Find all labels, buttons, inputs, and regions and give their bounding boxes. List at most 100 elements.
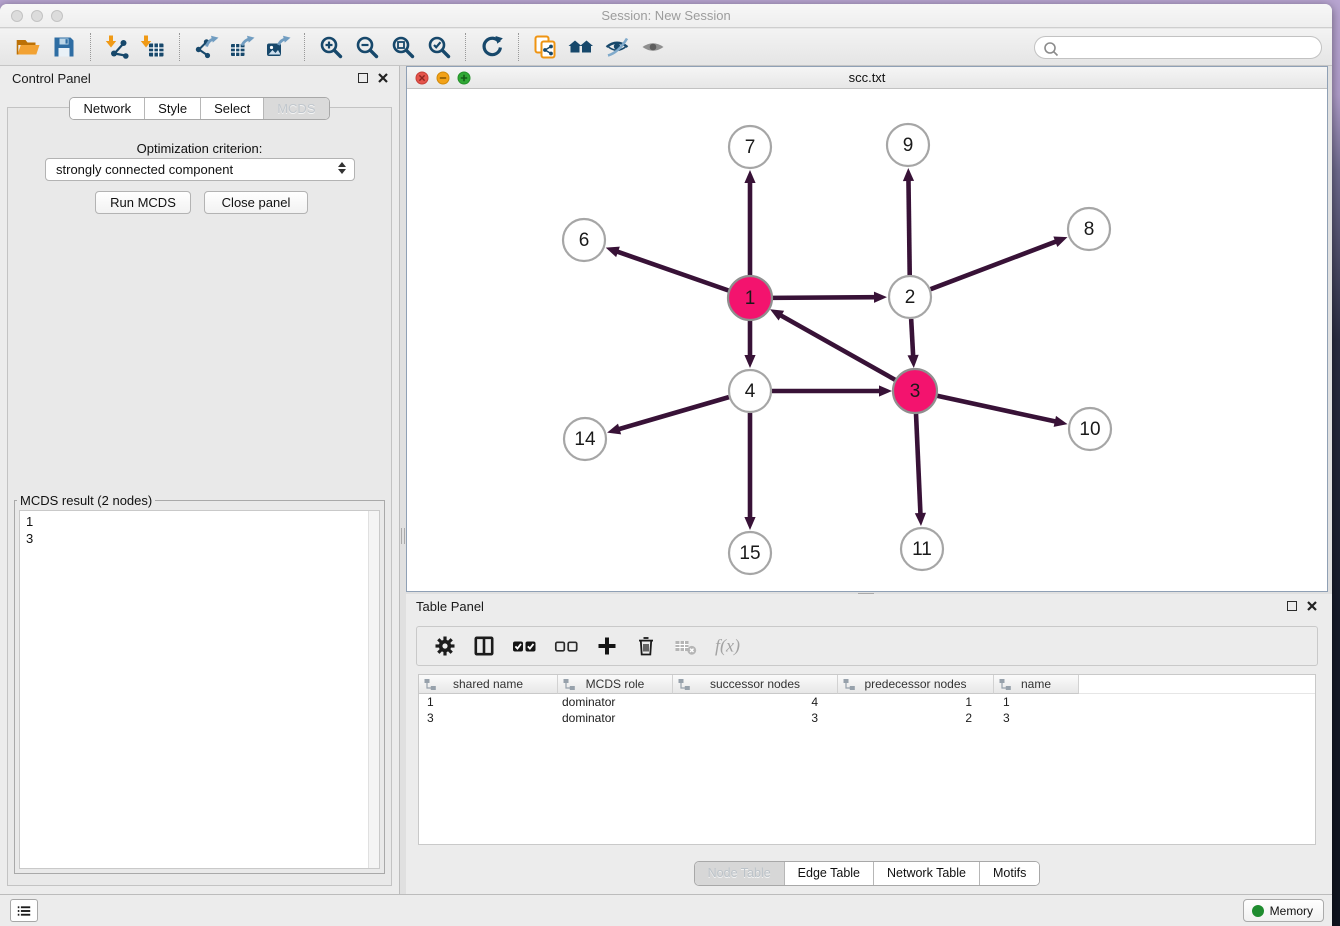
import-table-button[interactable] bbox=[135, 32, 171, 62]
edge-arrowhead bbox=[907, 355, 918, 368]
tab-style[interactable]: Style bbox=[145, 98, 201, 119]
clone-network-button[interactable] bbox=[527, 32, 563, 62]
open-session-button[interactable] bbox=[10, 32, 46, 62]
table-row[interactable]: 3dominator323 bbox=[419, 710, 1315, 726]
function-builder-button[interactable]: f(x) bbox=[714, 635, 750, 657]
list-icon bbox=[17, 903, 31, 919]
column-header-predecessor-nodes[interactable]: predecessor nodes bbox=[838, 675, 994, 694]
checked-boxes-icon bbox=[512, 635, 537, 657]
table-toolbar: f(x) bbox=[416, 626, 1318, 666]
table-row[interactable]: 1dominator411 bbox=[419, 694, 1315, 710]
export-table-button[interactable] bbox=[224, 32, 260, 62]
cell[interactable]: dominator bbox=[558, 695, 673, 709]
node-table[interactable]: shared nameMCDS rolesuccessor nodesprede… bbox=[418, 674, 1316, 845]
search-icon bbox=[1042, 40, 1060, 58]
mcds-result-title: MCDS result (2 nodes) bbox=[17, 493, 155, 508]
toolbar-separator bbox=[179, 33, 180, 61]
task-history-button[interactable] bbox=[10, 899, 38, 922]
export-table-icon bbox=[229, 34, 255, 60]
zoom-out-button[interactable] bbox=[349, 32, 385, 62]
cell[interactable]: 3 bbox=[673, 711, 838, 725]
mcds-result-textarea[interactable]: 1 3 bbox=[19, 510, 380, 869]
deselect-all-button[interactable] bbox=[554, 635, 579, 657]
export-network-button[interactable] bbox=[188, 32, 224, 62]
float-panel-icon[interactable] bbox=[358, 73, 368, 83]
search-input[interactable] bbox=[1061, 38, 1313, 57]
zoom-selected-icon bbox=[426, 34, 452, 60]
column-selector-button[interactable] bbox=[473, 635, 495, 657]
float-table-panel-icon[interactable] bbox=[1287, 601, 1297, 611]
edge-2-3[interactable] bbox=[911, 319, 913, 357]
vertical-splitter-handle[interactable] bbox=[401, 528, 405, 544]
memory-button[interactable]: Memory bbox=[1243, 899, 1324, 922]
edge-1-6[interactable] bbox=[616, 251, 729, 291]
eye-slash-icon bbox=[604, 34, 630, 60]
hide-selected-button[interactable] bbox=[599, 32, 635, 62]
zoom-fit-button[interactable] bbox=[385, 32, 421, 62]
save-session-button[interactable] bbox=[46, 32, 82, 62]
mcds-result-lines: 1 3 bbox=[20, 511, 379, 549]
first-neighbors-button[interactable] bbox=[563, 32, 599, 62]
edge-3-10[interactable] bbox=[936, 396, 1056, 422]
column-header-name[interactable]: name bbox=[994, 675, 1079, 694]
close-panel-icon[interactable] bbox=[377, 72, 389, 84]
edge-arrowhead bbox=[744, 517, 755, 530]
edge-3-11[interactable] bbox=[916, 413, 921, 515]
table-tab-motifs[interactable]: Motifs bbox=[980, 862, 1039, 885]
app-window: Session: New Session bbox=[0, 4, 1332, 926]
cell[interactable]: 1 bbox=[419, 695, 558, 709]
zoom-selected-button[interactable] bbox=[421, 32, 457, 62]
criterion-dropdown[interactable]: strongly connected component bbox=[45, 158, 355, 181]
run-mcds-button[interactable]: Run MCDS bbox=[95, 191, 191, 214]
delete-column-button[interactable] bbox=[635, 635, 657, 657]
control-panel-title: Control Panel bbox=[12, 66, 91, 92]
tab-network[interactable]: Network bbox=[70, 98, 145, 119]
search-field[interactable] bbox=[1034, 36, 1322, 59]
cell[interactable]: dominator bbox=[558, 711, 673, 725]
column-header-shared-name[interactable]: shared name bbox=[419, 675, 558, 694]
edge-arrowhead bbox=[1054, 416, 1068, 427]
graph-node-label: 3 bbox=[910, 381, 921, 402]
edge-4-14[interactable] bbox=[618, 397, 729, 429]
edge-2-8[interactable] bbox=[931, 241, 1058, 289]
column-type-icon bbox=[999, 678, 1012, 691]
column-header-successor-nodes[interactable]: successor nodes bbox=[673, 675, 838, 694]
refresh-network-button[interactable] bbox=[474, 32, 510, 62]
cell[interactable]: 4 bbox=[673, 695, 838, 709]
graph-node-label: 2 bbox=[905, 287, 916, 308]
eye-icon bbox=[640, 34, 666, 60]
delete-table-button[interactable] bbox=[674, 635, 697, 657]
import-network-button[interactable] bbox=[99, 32, 135, 62]
optimization-criterion-label: Optimization criterion: bbox=[8, 141, 391, 156]
tab-mcds[interactable]: MCDS bbox=[264, 98, 328, 119]
select-all-button[interactable] bbox=[512, 635, 537, 657]
table-settings-button[interactable] bbox=[434, 635, 456, 657]
network-canvas-svg[interactable]: 7968124314101511 bbox=[407, 89, 1327, 591]
export-image-button[interactable] bbox=[260, 32, 296, 62]
table-tab-node-table[interactable]: Node Table bbox=[695, 862, 785, 885]
cell[interactable]: 3 bbox=[994, 711, 1079, 725]
edge-3-1[interactable] bbox=[780, 315, 896, 381]
zoom-in-button[interactable] bbox=[313, 32, 349, 62]
close-table-panel-icon[interactable] bbox=[1306, 600, 1318, 612]
cell[interactable]: 2 bbox=[838, 711, 994, 725]
result-scrollbar[interactable] bbox=[368, 511, 379, 868]
column-header-MCDS-role[interactable]: MCDS role bbox=[558, 675, 673, 694]
close-panel-button[interactable]: Close panel bbox=[204, 191, 308, 214]
edge-1-2[interactable] bbox=[772, 297, 876, 298]
export-network-icon bbox=[193, 34, 219, 60]
add-column-button[interactable] bbox=[596, 635, 618, 657]
column-type-icon bbox=[563, 678, 576, 691]
main-area: Control Panel NetworkStyleSelectMCDS Opt… bbox=[0, 66, 1332, 894]
cell[interactable]: 1 bbox=[994, 695, 1079, 709]
table-tab-network-table[interactable]: Network Table bbox=[874, 862, 980, 885]
edge-2-9[interactable] bbox=[908, 179, 909, 275]
show-all-button[interactable] bbox=[635, 32, 671, 62]
app-titlebar: Session: New Session bbox=[0, 4, 1332, 28]
network-window-title: scc.txt bbox=[407, 67, 1327, 89]
table-tab-edge-table[interactable]: Edge Table bbox=[785, 862, 874, 885]
tab-select[interactable]: Select bbox=[201, 98, 264, 119]
cell[interactable]: 3 bbox=[419, 711, 558, 725]
cell[interactable]: 1 bbox=[838, 695, 994, 709]
window-title: Session: New Session bbox=[0, 4, 1332, 28]
